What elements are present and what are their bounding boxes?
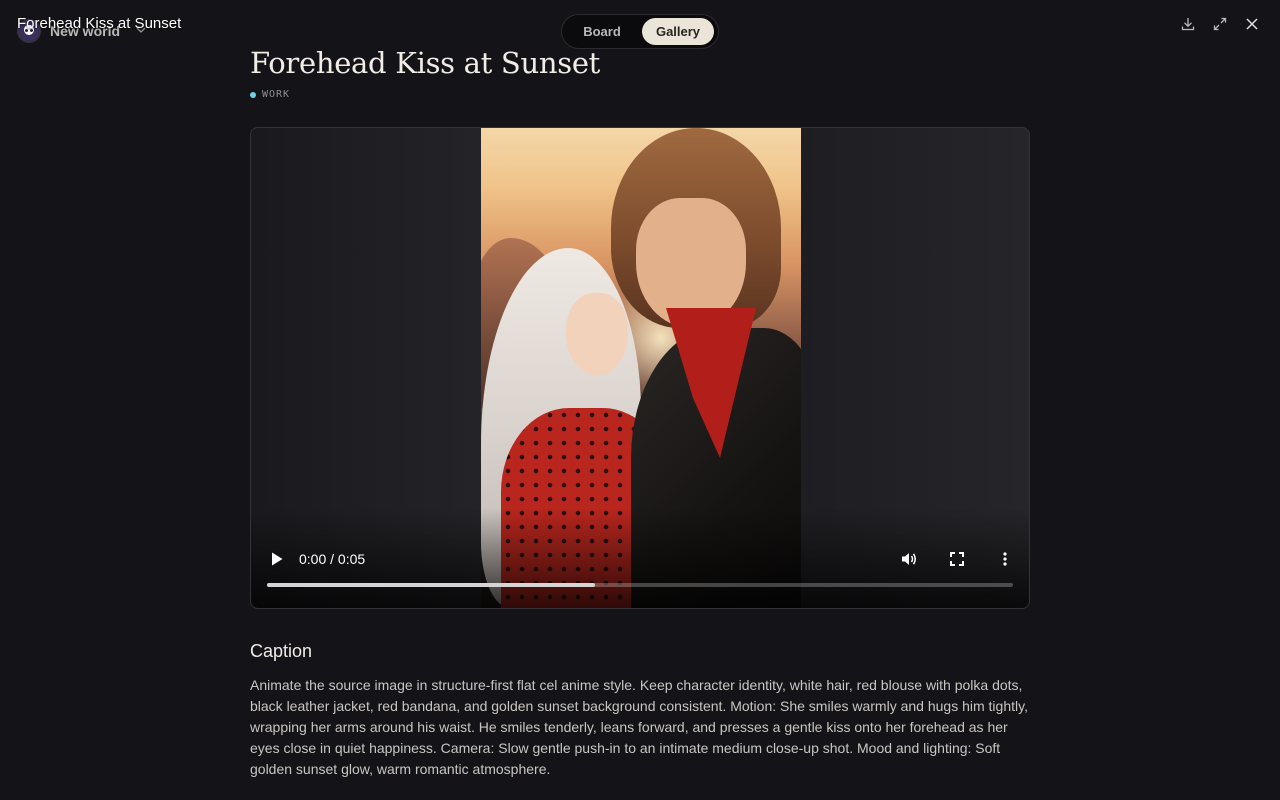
caption-heading: Caption	[250, 641, 313, 661]
volume-icon	[902, 553, 916, 565]
tag-badge[interactable]: WORK	[250, 89, 290, 100]
video-player[interactable]: 0:00 / 0:05	[250, 127, 1030, 609]
download-button[interactable]	[1178, 14, 1198, 34]
tag-label: WORK	[262, 89, 291, 100]
tab-gallery[interactable]: Gallery	[642, 18, 714, 45]
workspace-name: New world	[50, 23, 121, 39]
chevron-down-icon	[136, 25, 146, 38]
view-toggle: Board Gallery	[561, 14, 719, 49]
item-title: Forehead Kiss at Sunset	[250, 46, 601, 80]
expand-button[interactable]	[1210, 14, 1230, 34]
more-options-button[interactable]	[995, 549, 1015, 569]
tag-color-dot	[250, 91, 256, 98]
video-progress-bar[interactable]	[267, 583, 1013, 587]
close-button[interactable]	[1242, 14, 1262, 34]
fullscreen-icon	[950, 552, 964, 566]
video-buffered-fill	[267, 583, 596, 587]
more-vertical-icon	[1003, 552, 1007, 566]
workspace-avatar	[18, 20, 40, 42]
tab-board[interactable]: Board	[566, 18, 638, 45]
viewer-actions	[1178, 14, 1262, 34]
fullscreen-button[interactable]	[947, 549, 967, 569]
workspace-switcher[interactable]: New world	[18, 18, 146, 44]
caption-text: Animate the source image in structure-fi…	[250, 677, 1028, 777]
download-icon	[1181, 18, 1195, 31]
expand-icon	[1213, 17, 1227, 31]
video-time: 0:00 / 0:05	[299, 551, 366, 567]
play-icon	[272, 552, 283, 566]
play-button[interactable]	[268, 550, 286, 568]
volume-button[interactable]	[899, 549, 919, 569]
close-icon	[1246, 18, 1258, 30]
